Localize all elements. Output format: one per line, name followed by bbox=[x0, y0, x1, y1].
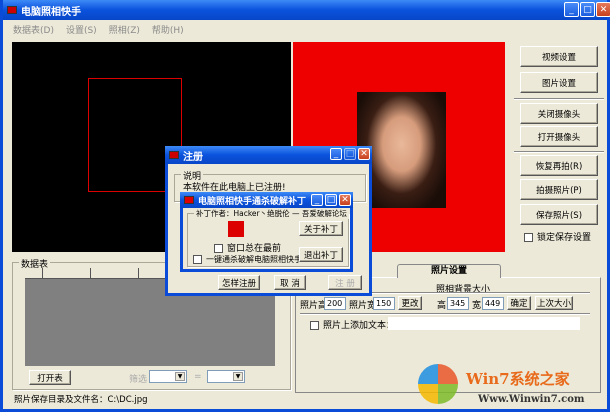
filter-field-combo[interactable]: ▼ bbox=[149, 370, 187, 383]
patch-title: 电脑照相快手通杀破解补丁 bbox=[198, 196, 307, 207]
register-maximize-button: □ bbox=[344, 148, 356, 160]
tab-photo-settings[interactable]: 照片设置 bbox=[397, 264, 501, 278]
patch-dialog: 电脑照相快手通杀破解补丁 _ □ ✕ 补丁作者：Hacker丶绝脱伦 — 吾爱破… bbox=[180, 192, 353, 272]
photo-width-input[interactable]: 150 bbox=[373, 297, 395, 310]
windows-logo-watermark bbox=[418, 364, 458, 404]
photo-height-label: 照片高 bbox=[300, 301, 328, 311]
open-table-button[interactable]: 打开表 bbox=[29, 370, 71, 385]
register-close-button[interactable]: ✕ bbox=[358, 148, 370, 160]
add-text-checkbox[interactable]: 照片上添加文本： bbox=[310, 318, 395, 331]
equals-label: = bbox=[194, 372, 202, 382]
divider bbox=[514, 151, 604, 153]
minimize-button[interactable]: _ bbox=[564, 2, 579, 17]
add-text-input[interactable] bbox=[388, 317, 580, 330]
patch-icon bbox=[184, 196, 194, 204]
filter-label: 筛选 bbox=[129, 375, 148, 385]
patch-minimize-button[interactable]: _ bbox=[311, 194, 323, 206]
register-title: 注册 bbox=[183, 151, 203, 163]
video-settings-button[interactable]: 视频设置 bbox=[520, 46, 598, 67]
about-patch-button[interactable]: 关于补丁 bbox=[299, 221, 343, 236]
one-click-crack-label: 一键通杀破解电脑照相快手 bbox=[206, 255, 302, 264]
always-on-top-checkbox[interactable]: 窗口总在最前 bbox=[214, 241, 281, 254]
filter-value-combo[interactable]: ▼ bbox=[207, 370, 245, 383]
photo-width-label: 照片宽 bbox=[349, 301, 377, 311]
patch-group: 补丁作者：Hacker丶绝脱伦 — 吾爱破解论坛 窗口总在最前 一键通杀破解电脑… bbox=[187, 208, 349, 267]
always-on-top-label: 窗口总在最前 bbox=[227, 244, 282, 254]
watermark-brand: Win7系统之家 bbox=[466, 370, 570, 388]
maximize-button[interactable]: □ bbox=[580, 2, 595, 17]
app-icon bbox=[169, 151, 179, 159]
how-to-register-button[interactable]: 怎样注册 bbox=[218, 275, 260, 290]
close-camera-button[interactable]: 关闭摄像头 bbox=[520, 103, 598, 124]
52pojie-logo bbox=[228, 221, 244, 237]
menu-bar: 数据表(D) 设置(S) 照相(Z) 帮助(H) bbox=[3, 20, 607, 38]
photo-height-input[interactable]: 200 bbox=[324, 297, 346, 310]
register-button: 注 册 bbox=[328, 275, 362, 290]
menu-settings[interactable]: 设置(S) bbox=[66, 23, 97, 36]
divider bbox=[300, 313, 590, 315]
register-minimize-button[interactable]: _ bbox=[330, 148, 342, 160]
open-camera-button[interactable]: 打开摄像头 bbox=[520, 126, 598, 147]
patch-author: 补丁作者：Hacker丶绝脱伦 — 吾爱破解论坛 bbox=[194, 208, 349, 219]
window-title: 电脑照相快手 bbox=[21, 6, 81, 18]
patch-maximize-button[interactable]: □ bbox=[325, 194, 337, 206]
title-bar: 电脑照相快手 bbox=[3, 0, 607, 20]
close-button[interactable]: ✕ bbox=[596, 2, 611, 17]
save-path-status: 照片保存目录及文件名：C:\DC.jpg bbox=[14, 395, 148, 405]
width-label: 宽 bbox=[472, 301, 482, 311]
divider bbox=[514, 98, 604, 100]
lock-save-settings-checkbox[interactable]: 锁定保存设置 bbox=[524, 230, 591, 243]
app-icon bbox=[7, 6, 17, 14]
menu-camera[interactable]: 照相(Z) bbox=[109, 23, 140, 36]
patch-close-button[interactable]: ✕ bbox=[339, 194, 351, 206]
width-input[interactable]: 449 bbox=[482, 297, 504, 310]
height-input[interactable]: 345 bbox=[447, 297, 469, 310]
watermark-url: Www.Winwin7.com bbox=[478, 394, 585, 405]
confirm-size-button[interactable]: 确定 bbox=[507, 296, 531, 310]
save-photo-button[interactable]: 保存照片(S) bbox=[520, 204, 598, 225]
lock-save-settings-label: 锁定保存设置 bbox=[537, 233, 592, 243]
menu-datatable[interactable]: 数据表(D) bbox=[13, 23, 54, 36]
height-label: 高 bbox=[437, 301, 447, 311]
cancel-button[interactable]: 取 消 bbox=[274, 275, 306, 290]
change-size-button[interactable]: 更改 bbox=[398, 296, 422, 310]
last-size-button[interactable]: 上次大小 bbox=[535, 296, 573, 310]
one-click-crack-checkbox[interactable]: 一键通杀破解电脑照相快手 bbox=[193, 254, 302, 265]
image-settings-button[interactable]: 图片设置 bbox=[520, 72, 598, 93]
take-photo-button[interactable]: 拍摄照片(P) bbox=[520, 179, 598, 200]
add-text-label: 照片上添加文本： bbox=[323, 321, 396, 331]
retake-button[interactable]: 恢复再拍(R) bbox=[520, 155, 598, 176]
menu-help[interactable]: 帮助(H) bbox=[152, 23, 184, 36]
exit-patch-button[interactable]: 退出补丁 bbox=[299, 247, 343, 262]
